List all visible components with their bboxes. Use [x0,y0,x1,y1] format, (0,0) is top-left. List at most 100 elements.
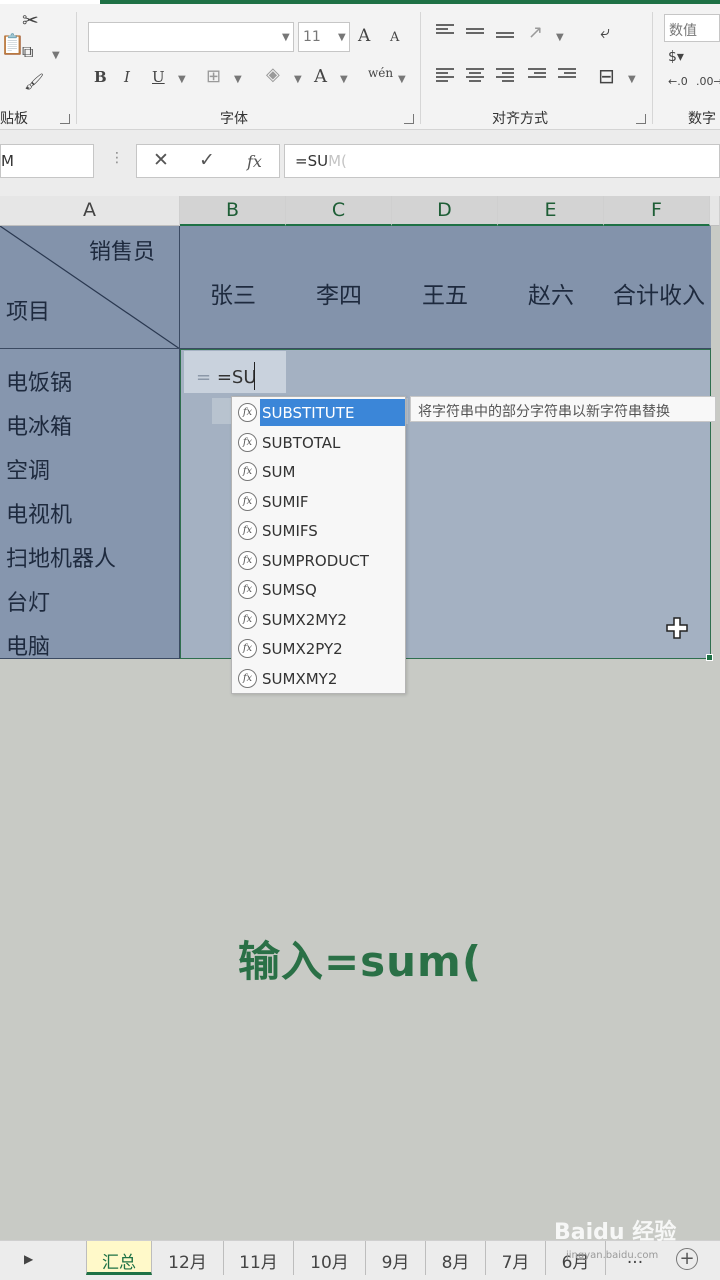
font-size-value: 11 [303,29,321,45]
increase-indent-icon[interactable] [558,68,576,82]
border-dropdown-icon[interactable]: ▼ [234,74,242,85]
align-middle-icon[interactable] [466,28,484,42]
tutorial-caption: 输入=sum( [237,937,483,986]
orientation-dropdown-icon[interactable]: ▼ [556,32,564,43]
autocomplete-item-sumifs[interactable]: fx SUMIFS [232,516,405,545]
align-bottom-icon[interactable] [496,32,514,46]
grow-font-icon[interactable]: A [358,26,370,46]
orientation-icon[interactable]: ↗ [528,24,543,42]
product-column[interactable]: 电饭锅 电冰箱 空调 电视机 扫地机器人 台灯 电脑 [0,349,180,660]
cut-icon[interactable]: ✂ [22,10,39,30]
autocomplete-item-label: SUMX2PY2 [262,640,343,658]
fill-color-icon[interactable]: ◈ [266,66,280,84]
sheet-tab-nov[interactable]: 11月 [224,1241,294,1275]
copy-dropdown-icon[interactable]: ▼ [52,50,60,61]
decrease-indent-icon[interactable] [528,68,546,82]
italic-icon[interactable]: I [124,68,130,86]
align-right-icon[interactable] [496,68,514,82]
active-cell-text: = =SU [196,367,257,388]
merge-dropdown-icon[interactable]: ▼ [628,74,636,85]
autocomplete-item-sum[interactable]: fx SUM [232,457,405,486]
align-center-icon[interactable] [466,68,484,82]
font-launcher-icon[interactable] [404,114,414,124]
sheet-tab-aug[interactable]: 8月 [426,1241,486,1275]
cell-prefix: = [196,367,212,388]
format-painter-icon[interactable]: 🖌 [24,74,44,90]
autocomplete-item-sumx2my2[interactable]: fx SUMX2MY2 [232,605,405,634]
row-label: 台灯 [6,591,51,616]
row-label: 扫地机器人 [6,547,117,572]
cell-typed: =SU [216,367,257,388]
formula-buttons: ✕ ✓ fx [136,144,280,178]
wrap-text-icon[interactable]: ⤶ [600,24,610,42]
accounting-format-icon[interactable]: $▾ [668,50,684,64]
autocomplete-item-subtotal[interactable]: fx SUBTOTAL [232,428,405,457]
sheet-tab-sep[interactable]: 9月 [366,1241,426,1275]
font-name-dropdown-icon[interactable]: ▼ [282,32,290,43]
function-icon: fx [238,433,257,452]
insert-function-icon[interactable]: fx [247,152,262,171]
baidu-watermark: Baidu 经验 [554,1220,677,1245]
salesperson-header-row[interactable]: 张三 李四 王五 赵六 合计收入 [180,226,711,349]
autocomplete-item-sumxmy2[interactable]: fx SUMXMY2 [232,664,405,693]
sheet-scroll-right-icon[interactable]: ▶ [24,1252,33,1266]
autocomplete-item-substitute[interactable]: fx SUBSTITUTE [232,398,405,427]
bold-icon[interactable]: B [94,68,107,86]
phonetic-dropdown-icon[interactable]: ▼ [398,74,406,85]
name-box[interactable]: M [0,144,94,178]
autocomplete-item-label: SUMIFS [262,522,318,540]
sheet-tab-jul[interactable]: 7月 [486,1241,546,1275]
autocomplete-item-sumif[interactable]: fx SUMIF [232,487,405,516]
fill-dropdown-icon[interactable]: ▼ [294,74,302,85]
merge-center-icon[interactable]: ⊟ [598,66,615,86]
column-header-b[interactable]: B [180,196,286,226]
row-label: 电冰箱 [6,415,73,440]
column-header-g[interactable] [710,196,720,226]
phonetic-icon[interactable]: wén [368,66,393,80]
autocomplete-item-sumproduct[interactable]: fx SUMPRODUCT [232,546,405,575]
enter-icon[interactable]: ✓ [199,149,215,171]
watermark-url: jingyan.baidu.com [566,1250,659,1261]
font-size-dropdown-icon[interactable]: ▼ [338,32,346,43]
alignment-launcher-icon[interactable] [636,114,646,124]
underline-dropdown-icon[interactable]: ▼ [178,74,186,85]
fill-handle[interactable] [706,654,713,661]
clipboard-launcher-icon[interactable] [60,114,70,124]
font-name-box[interactable] [88,22,294,52]
column-header-c[interactable]: C [286,196,392,226]
salesperson-name: 王五 [422,283,468,309]
column-header-d[interactable]: D [392,196,498,226]
row-label: 电视机 [6,503,73,528]
number-format-box[interactable]: 数值 [664,14,720,42]
decrease-decimal-icon[interactable]: .00→ [696,76,720,87]
formula-bar-grip-icon[interactable]: ⋮ [110,150,124,166]
cancel-icon[interactable]: ✕ [153,149,169,171]
function-description-tooltip: 将字符串中的部分字符串以新字符串替换 [410,396,716,422]
sheet-tab-summary[interactable]: 汇总 [86,1241,152,1275]
autocomplete-item-sumx2py2[interactable]: fx SUMX2PY2 [232,634,405,663]
autocomplete-item-sumsq[interactable]: fx SUMSQ [232,575,405,604]
underline-icon[interactable]: U [152,68,165,86]
formula-input[interactable]: =SUM( [284,144,720,178]
column-header-e[interactable]: E [498,196,604,226]
shrink-font-icon[interactable]: A [390,30,399,45]
font-color-icon[interactable]: A [314,66,327,87]
salesperson-name: 赵六 [528,283,574,309]
column-header-a[interactable]: A [0,196,180,226]
align-left-icon[interactable] [436,68,454,82]
add-sheet-icon[interactable]: + [676,1248,698,1270]
column-header-f[interactable]: F [604,196,710,226]
font-color-dropdown-icon[interactable]: ▼ [340,74,348,85]
total-income-header: 合计收入 [613,283,705,309]
border-icon[interactable]: ⊞ [206,68,221,86]
formula-typed-text: =SU [295,152,329,170]
sheet-tab-dec[interactable]: 12月 [152,1241,224,1275]
paste-icon[interactable]: 📋 [0,34,25,54]
sheet-tab-oct[interactable]: 10月 [294,1241,366,1275]
cell-cursor-icon [666,617,688,639]
align-top-icon[interactable] [436,24,454,38]
increase-decimal-icon[interactable]: ←.0 [668,76,688,87]
salesperson-name: 张三 [210,283,256,309]
diagonal-header-cell[interactable]: 销售员 项目 [0,226,180,349]
autocomplete-item-label: SUBTOTAL [262,434,341,452]
